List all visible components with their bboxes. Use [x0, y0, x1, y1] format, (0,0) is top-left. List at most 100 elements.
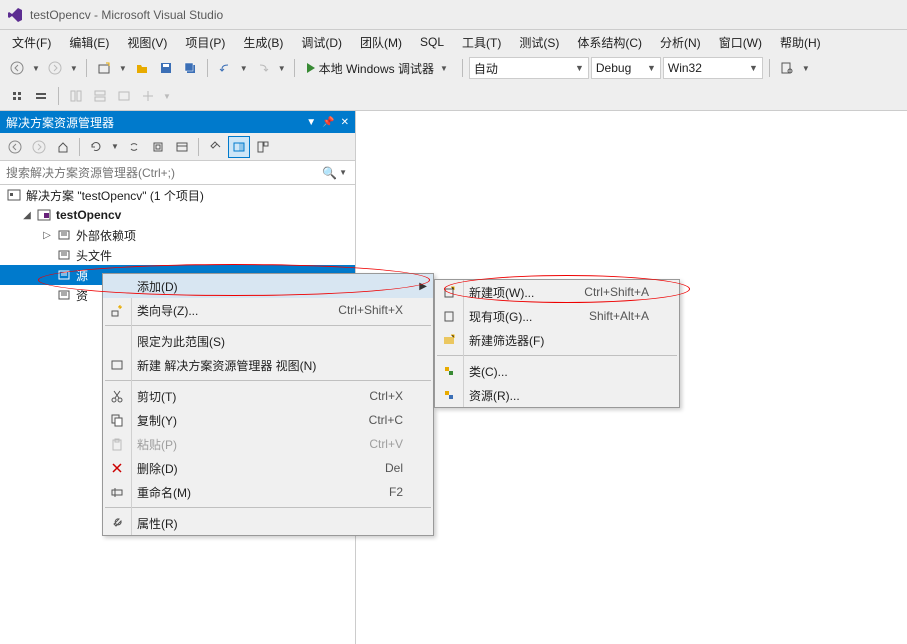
- existing-item-icon: [440, 307, 458, 325]
- nav-back-button[interactable]: [6, 57, 28, 79]
- project-icon: [36, 208, 52, 222]
- search-row: 🔍 ▼: [0, 161, 355, 185]
- refresh-icon[interactable]: [85, 136, 107, 158]
- save-all-button[interactable]: [179, 57, 201, 79]
- show-all-icon[interactable]: [171, 136, 193, 158]
- menu-debug[interactable]: 调试(D): [293, 31, 350, 54]
- play-icon: [307, 63, 315, 73]
- ctx-properties[interactable]: 属性(R): [103, 511, 433, 535]
- panel-toolbar: ▼: [0, 133, 355, 161]
- class-icon: [440, 362, 458, 380]
- ctx-class-wizard[interactable]: 类向导(Z)... Ctrl+Shift+X: [103, 298, 433, 322]
- window-title: testOpencv - Microsoft Visual Studio: [30, 8, 223, 22]
- copy-icon: [108, 411, 126, 429]
- main-toolbar: ▼ ▼ ▼ ▼ ▼ 本地 Windows 调试器 ▼ 自动▼ Debug▼ Wi…: [0, 54, 907, 111]
- newview-icon: [108, 356, 126, 374]
- find-in-files-button[interactable]: [776, 57, 798, 79]
- tree-external-node[interactable]: ▷ 外部依赖项: [0, 225, 355, 245]
- tb-icon3[interactable]: [65, 85, 87, 107]
- ctx-newview[interactable]: 新建 解决方案资源管理器 视图(N): [103, 353, 433, 377]
- platform-combo[interactable]: Win32▼: [663, 57, 763, 79]
- menu-sql[interactable]: SQL: [412, 32, 452, 52]
- collapse-icon[interactable]: [147, 136, 169, 158]
- panel-header: 解决方案资源管理器 ▼ 📌 ✕: [0, 111, 355, 133]
- dropdown-icon[interactable]: ▼: [30, 64, 42, 73]
- dropdown-icon[interactable]: ▼: [161, 92, 173, 101]
- nav-fwd-button[interactable]: [44, 57, 66, 79]
- menu-test[interactable]: 测试(S): [511, 31, 567, 54]
- ctx-rename[interactable]: 重命名(M) F2: [103, 480, 433, 504]
- filter-icon: [440, 331, 458, 349]
- context-menu: 添加(D) ▶ 类向导(Z)... Ctrl+Shift+X 限定为此范围(S)…: [102, 273, 434, 536]
- menu-file[interactable]: 文件(F): [4, 31, 59, 54]
- back-icon[interactable]: [4, 136, 26, 158]
- ctx-new-filter[interactable]: 新建筛选器(F): [435, 328, 679, 352]
- dropdown-icon: ▼: [438, 64, 450, 73]
- preview-icon[interactable]: [228, 136, 250, 158]
- dropdown-icon[interactable]: ▼: [238, 64, 250, 73]
- panel-menu-icon[interactable]: ▼: [306, 117, 316, 128]
- folder-icon: [56, 248, 72, 262]
- menu-build[interactable]: 生成(B): [235, 31, 291, 54]
- start-debug-button[interactable]: 本地 Windows 调试器 ▼: [301, 57, 456, 79]
- open-button[interactable]: [131, 57, 153, 79]
- tb-icon1[interactable]: [6, 85, 28, 107]
- menu-view[interactable]: 视图(V): [119, 31, 175, 54]
- undo-button[interactable]: [214, 57, 236, 79]
- menu-edit[interactable]: 编辑(E): [61, 31, 117, 54]
- sync-icon[interactable]: [123, 136, 145, 158]
- chevron-right-icon: ▶: [419, 281, 427, 292]
- ctx-scope[interactable]: 限定为此范围(S): [103, 329, 433, 353]
- properties-icon[interactable]: [204, 136, 226, 158]
- menu-arch[interactable]: 体系结构(C): [569, 31, 650, 54]
- wizard-icon: [108, 301, 126, 319]
- dropdown-icon[interactable]: ▼: [337, 168, 349, 177]
- menu-bar: 文件(F) 编辑(E) 视图(V) 项目(P) 生成(B) 调试(D) 团队(M…: [0, 30, 907, 54]
- ctx-existing-item[interactable]: 现有项(G)... Shift+Alt+A: [435, 304, 679, 328]
- ctx-add[interactable]: 添加(D) ▶: [103, 274, 433, 298]
- ctx-delete[interactable]: 删除(D) Del: [103, 456, 433, 480]
- ctx-class[interactable]: 类(C)...: [435, 359, 679, 383]
- tree-header-node[interactable]: ▷ 头文件: [0, 245, 355, 265]
- menu-team[interactable]: 团队(M): [352, 31, 410, 54]
- tb-icon6[interactable]: [137, 85, 159, 107]
- redo-button[interactable]: [252, 57, 274, 79]
- panel-title: 解决方案资源管理器: [6, 114, 114, 131]
- dropdown-icon[interactable]: ▼: [276, 64, 288, 73]
- menu-analyze[interactable]: 分析(N): [652, 31, 709, 54]
- fwd-icon[interactable]: [28, 136, 50, 158]
- config-combo[interactable]: Debug▼: [591, 57, 661, 79]
- save-button[interactable]: [155, 57, 177, 79]
- solution-platform-combo[interactable]: 自动▼: [469, 57, 589, 79]
- tree-project-node[interactable]: ◢ testOpencv: [0, 205, 355, 225]
- paste-icon: [108, 435, 126, 453]
- expander-icon[interactable]: ▷: [42, 230, 52, 241]
- tb-icon4[interactable]: [89, 85, 111, 107]
- pin-icon[interactable]: 📌: [322, 117, 334, 128]
- dropdown-icon[interactable]: ▼: [109, 142, 121, 151]
- tb-icon2[interactable]: [30, 85, 52, 107]
- ctx-new-item[interactable]: 新建项(W)... Ctrl+Shift+A: [435, 280, 679, 304]
- tree-solution-node[interactable]: 解决方案 "testOpencv" (1 个项目): [0, 185, 355, 205]
- expander-icon[interactable]: ◢: [22, 210, 32, 221]
- search-input[interactable]: [6, 166, 322, 180]
- ctx-copy[interactable]: 复制(Y) Ctrl+C: [103, 408, 433, 432]
- menu-project[interactable]: 项目(P): [177, 31, 233, 54]
- ctx-resource[interactable]: 资源(R)...: [435, 383, 679, 407]
- menu-window[interactable]: 窗口(W): [711, 31, 770, 54]
- menu-help[interactable]: 帮助(H): [772, 31, 829, 54]
- dropdown-icon[interactable]: ▼: [117, 64, 129, 73]
- dropdown-icon[interactable]: ▼: [68, 64, 80, 73]
- close-icon[interactable]: ✕: [341, 117, 349, 128]
- home-icon[interactable]: [52, 136, 74, 158]
- menu-tools[interactable]: 工具(T): [454, 31, 509, 54]
- dropdown-icon[interactable]: ▼: [800, 64, 812, 73]
- search-icon[interactable]: 🔍: [322, 166, 337, 180]
- debugger-label: 本地 Windows 调试器: [319, 60, 434, 77]
- view-icon[interactable]: [252, 136, 274, 158]
- tb-icon5[interactable]: [113, 85, 135, 107]
- new-project-button[interactable]: [93, 57, 115, 79]
- ctx-cut[interactable]: 剪切(T) Ctrl+X: [103, 384, 433, 408]
- title-bar: testOpencv - Microsoft Visual Studio: [0, 0, 907, 30]
- wrench-icon: [108, 514, 126, 532]
